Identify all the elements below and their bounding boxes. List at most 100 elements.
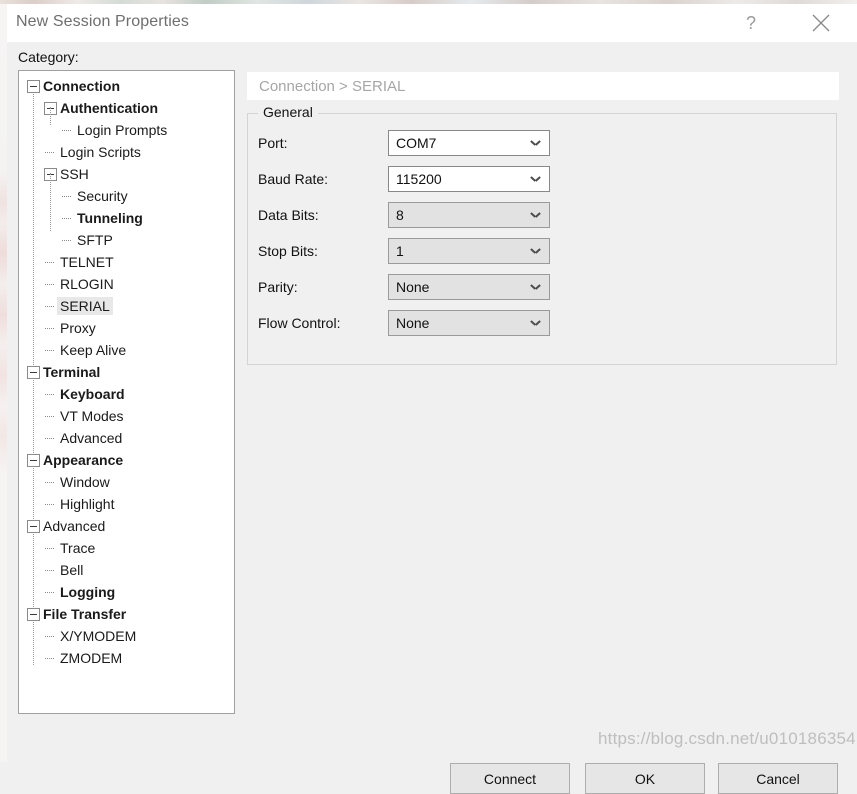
chevron-down-icon [531,140,540,146]
flow-control-select[interactable]: None [388,310,550,336]
tree-connector-icon [44,344,57,357]
connect-button[interactable]: Connect [450,763,570,794]
data-bits-select[interactable]: 8 [388,202,550,228]
chevron-down-icon [531,212,540,218]
tree-connector-icon [44,630,57,643]
sidebar-item-label: Window [60,474,110,490]
tree-connector-icon [61,190,74,203]
baud-rate-select[interactable]: 115200 [388,166,550,192]
tree-connector-icon [44,432,57,445]
sidebar-item-x-ymodem[interactable]: X/YMODEM [19,625,234,647]
window-title: New Session Properties [16,13,189,30]
sidebar-item-label: SSH [60,166,89,182]
sidebar-item-keyboard[interactable]: Keyboard [19,383,234,405]
sidebar-item-authentication[interactable]: Authentication [19,97,234,119]
sidebar-item-file-transfer[interactable]: File Transfer [19,603,234,625]
tree-connector-icon [61,124,74,137]
title-bar: New Session Properties ? [0,4,857,42]
field-row: Parity: None [258,274,550,300]
category-tree[interactable]: Connection Authentication Login Prompts Log… [18,70,235,714]
field-row: Baud Rate: 115200 [258,166,550,192]
sidebar-item-login-prompts[interactable]: Login Prompts [19,119,234,141]
collapse-minus-icon[interactable] [27,79,40,93]
sidebar-item-window[interactable]: Window [19,471,234,493]
cancel-button-label: Cancel [756,770,800,787]
tree-rail [50,173,51,231]
tree-connector-icon [44,498,57,511]
sidebar-item-advanced[interactable]: Advanced [19,515,234,537]
sidebar-item-zmodem[interactable]: ZMODEM [19,647,234,669]
sidebar-item-label: VT Modes [60,408,124,424]
field-row: Stop Bits: 1 [258,238,550,264]
sidebar-item-proxy[interactable]: Proxy [19,317,234,339]
parity-select[interactable]: None [388,274,550,300]
stop-bits-select[interactable]: 1 [388,238,550,264]
sidebar-item-label: Bell [60,562,84,578]
sidebar-item-security[interactable]: Security [19,185,234,207]
sidebar-item-label: Connection [43,78,120,94]
sidebar-item-advanced[interactable]: Advanced [19,427,234,449]
baud-rate-value: 115200 [396,171,442,187]
sidebar-item-login-scripts[interactable]: Login Scripts [19,141,234,163]
tree-connector-icon [61,212,74,225]
sidebar-item-highlight[interactable]: Highlight [19,493,234,515]
sidebar-item-sftp[interactable]: SFTP [19,229,234,251]
sidebar-item-terminal[interactable]: Terminal [19,361,234,383]
field-label: Data Bits: [258,207,319,223]
help-button[interactable]: ? [728,4,774,42]
data-bits-value: 8 [396,207,404,223]
collapse-minus-icon[interactable] [27,453,40,467]
tree-connector-icon [44,388,57,401]
collapse-minus-icon[interactable] [27,365,40,379]
close-button[interactable] [798,4,844,42]
sidebar-item-label: Proxy [60,320,96,336]
tree-connector-icon [44,146,57,159]
chevron-down-icon [531,320,540,326]
sidebar-item-label: Login Prompts [77,122,168,138]
sidebar-item-rlogin[interactable]: RLOGIN [19,273,234,295]
sidebar-item-telnet[interactable]: TELNET [19,251,234,273]
field-label: Stop Bits: [258,243,318,259]
sidebar-item-trace[interactable]: Trace [19,537,234,559]
sidebar-item-bell[interactable]: Bell [19,559,234,581]
sidebar-item-label: Advanced [43,518,106,534]
sidebar-item-label: Highlight [60,496,115,512]
tree-connector-icon [44,256,57,269]
sidebar-item-tunneling[interactable]: Tunneling [19,207,234,229]
sidebar-item-ssh[interactable]: SSH [19,163,234,185]
sidebar-item-appearance[interactable]: Appearance [19,449,234,471]
sidebar-item-label: X/YMODEM [60,628,137,644]
sidebar-item-label: Authentication [60,100,158,116]
chevron-down-icon [531,176,540,182]
collapse-minus-icon[interactable] [27,607,40,621]
tree-connector-icon [44,652,57,665]
sidebar-item-label: Trace [60,540,96,556]
sidebar-item-label: Tunneling [77,210,143,226]
sidebar-item-keep-alive[interactable]: Keep Alive [19,339,234,361]
tree-connector-icon [44,410,57,423]
sidebar-item-logging[interactable]: Logging [19,581,234,603]
tree-connector-icon [44,278,57,291]
flow-control-value: None [396,315,430,331]
tree-connector-icon [44,542,57,555]
sidebar-item-connection[interactable]: Connection [19,75,234,97]
sidebar-item-label: Login Scripts [60,144,141,160]
sidebar-item-serial[interactable]: SERIAL [19,295,234,317]
dialog-client-area: Category: Connection Authentication Login … [0,42,857,794]
stop-bits-value: 1 [396,243,404,259]
tree-connector-icon [44,322,57,335]
sidebar-item-label: Keyboard [60,386,125,402]
connect-button-label: Connect [483,770,537,787]
sidebar-item-vt-modes[interactable]: VT Modes [19,405,234,427]
sidebar-item-label: SFTP [77,232,113,248]
sidebar-item-label: ZMODEM [60,650,123,666]
sidebar-item-label: SERIAL [57,297,113,315]
cancel-button[interactable]: Cancel [718,763,838,794]
category-label: Category: [18,49,79,65]
collapse-minus-icon[interactable] [27,519,40,533]
sidebar-item-label: Security [77,188,128,204]
port-select[interactable]: COM7 [388,130,550,156]
ok-button[interactable]: OK [585,763,705,794]
tree-connector-icon [61,234,74,247]
field-label: Parity: [258,279,298,295]
